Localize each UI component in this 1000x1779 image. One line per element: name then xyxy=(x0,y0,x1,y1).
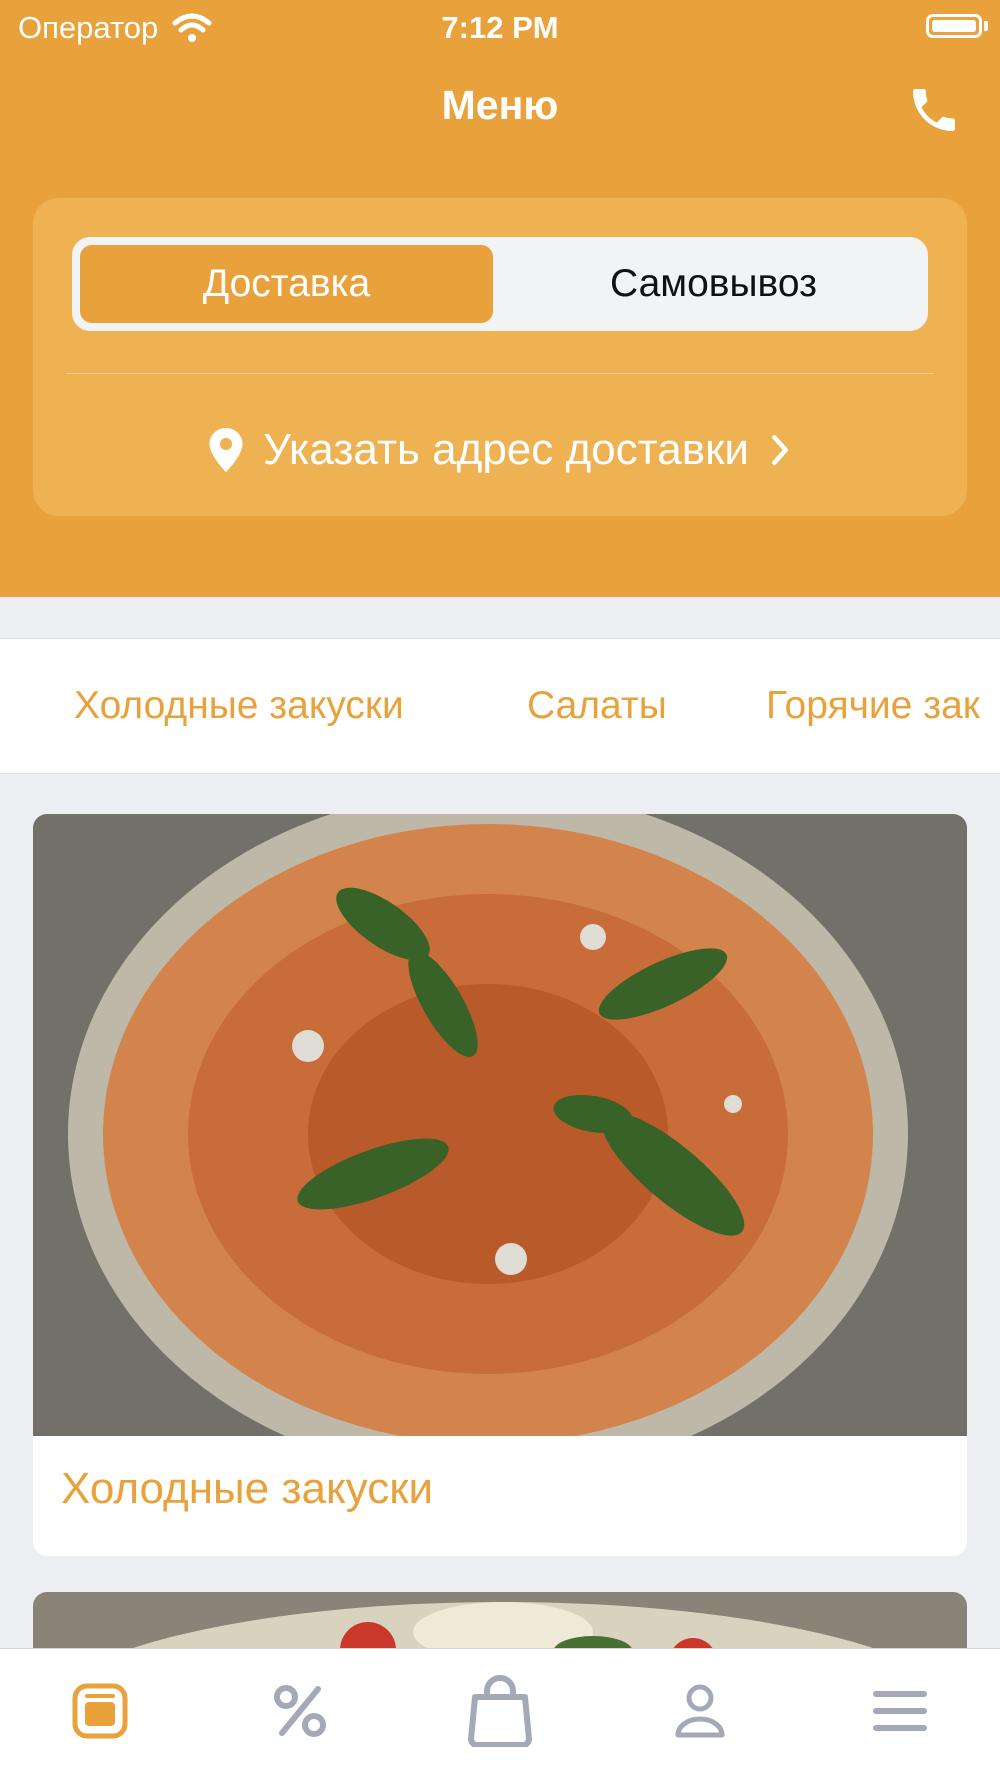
tab-profile[interactable] xyxy=(660,1671,740,1751)
delivery-card: Доставка Самовывоз Указать адрес доставк… xyxy=(33,198,967,516)
phone-icon[interactable] xyxy=(906,82,962,138)
tab-promotions[interactable] xyxy=(260,1671,340,1751)
category-tab-salads[interactable]: Салаты xyxy=(527,639,667,773)
tab-cart[interactable] xyxy=(460,1671,540,1751)
pickup-option[interactable]: Самовывоз xyxy=(507,245,920,323)
page-title: Меню xyxy=(441,82,559,128)
battery-tip xyxy=(984,21,988,31)
battery-icon xyxy=(926,14,982,38)
category-tab-cold-appetizers[interactable]: Холодные закуски xyxy=(74,639,404,773)
salmon-carpaccio-photo xyxy=(33,814,967,1436)
shopping-bag-icon xyxy=(468,1675,532,1747)
category-card-cold-appetizers[interactable]: Холодные закуски xyxy=(33,814,967,1556)
percent-icon xyxy=(274,1685,326,1737)
chevron-right-icon xyxy=(772,434,788,466)
header: Оператор 7:12 PM Меню Доставка Самовывоз… xyxy=(0,0,1000,597)
category-tab-hot-appetizers[interactable]: Горячие зак xyxy=(766,639,980,773)
category-tabs: Холодные закуски Салаты Горячие зак xyxy=(0,638,1000,774)
hamburger-icon xyxy=(873,1691,927,1731)
delivery-option[interactable]: Доставка xyxy=(80,245,493,323)
status-time: 7:12 PM xyxy=(441,10,559,45)
address-button[interactable]: Указать адрес доставки xyxy=(33,420,967,480)
address-label: Указать адрес доставки xyxy=(263,425,749,474)
menu-tab-icon xyxy=(72,1683,128,1739)
user-icon xyxy=(675,1684,725,1738)
divider xyxy=(66,373,934,374)
category-card-title: Холодные закуски xyxy=(61,1464,434,1513)
tab-bar xyxy=(0,1648,1000,1779)
tab-more[interactable] xyxy=(860,1671,940,1751)
tab-menu[interactable] xyxy=(60,1671,140,1751)
location-pin-icon xyxy=(209,428,243,472)
delivery-mode-selector: Доставка Самовывоз xyxy=(72,237,928,331)
